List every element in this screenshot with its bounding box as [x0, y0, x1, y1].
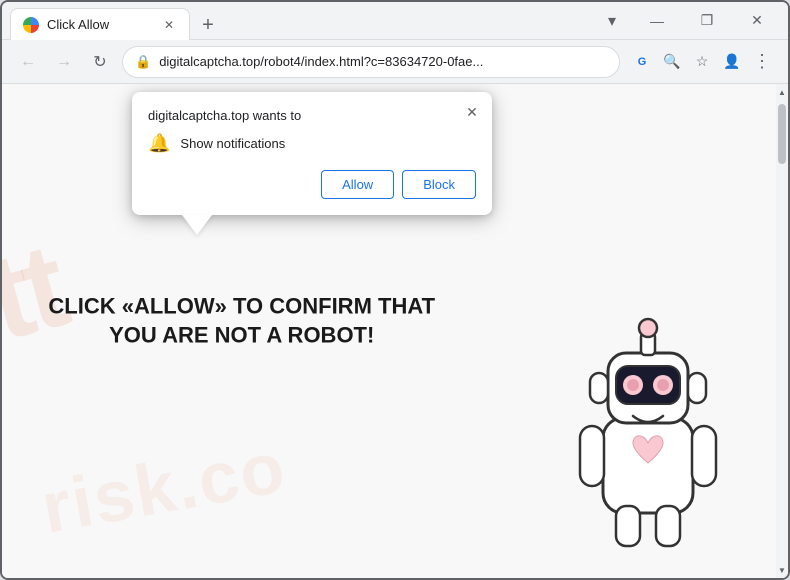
bookmark-button[interactable]: ☆ [688, 48, 716, 76]
browser-window: Click Allow ✕ + ▾ — ❐ ✕ ← → ↻ 🔒 digitalc… [0, 0, 790, 580]
block-button[interactable]: Block [402, 170, 476, 199]
scroll-down-button[interactable]: ▼ [776, 562, 788, 578]
url-bar[interactable]: 🔒 digitalcaptcha.top/robot4/index.html?c… [122, 46, 620, 78]
scroll-up-button[interactable]: ▲ [776, 84, 788, 100]
refresh-button[interactable]: ↻ [86, 48, 114, 76]
address-bar: ← → ↻ 🔒 digitalcaptcha.top/robot4/index.… [2, 40, 788, 84]
allow-button[interactable]: Allow [321, 170, 394, 199]
url-actions: G 🔍 ☆ 👤 ⋮ [628, 48, 776, 76]
back-button[interactable]: ← [14, 48, 42, 76]
title-bar: Click Allow ✕ + ▾ — ❐ ✕ [2, 2, 788, 40]
notification-popup: ✕ digitalcaptcha.top wants to 🔔 Show not… [132, 92, 492, 215]
profile-button[interactable]: 👤 [718, 48, 746, 76]
close-button[interactable]: ✕ [734, 5, 780, 37]
translate-button[interactable]: G [628, 48, 656, 76]
window-controls: — ❐ ✕ [634, 5, 780, 37]
browser-tab[interactable]: Click Allow ✕ [10, 8, 190, 40]
forward-button[interactable]: → [50, 48, 78, 76]
captcha-instruction-text: CLICK «ALLOW» TO CONFIRM THAT YOU ARE NO… [26, 293, 458, 350]
popup-buttons: Allow Block [148, 170, 476, 199]
watermark-text-2: risk.co [36, 426, 293, 549]
chrome-menu-icon[interactable]: ▾ [598, 7, 626, 35]
bell-icon: 🔔 [148, 133, 170, 154]
new-tab-button[interactable]: + [194, 11, 222, 39]
popup-close-button[interactable]: ✕ [460, 100, 484, 124]
tab-title: Click Allow [47, 17, 153, 32]
permission-label: Show notifications [180, 136, 285, 151]
robot-illustration [548, 298, 768, 578]
scrollbar[interactable]: ▲ ▼ [776, 84, 788, 578]
tab-area: Click Allow ✕ + [10, 2, 586, 39]
popup-permission-row: 🔔 Show notifications [148, 133, 476, 154]
page-main-text: CLICK «ALLOW» TO CONFIRM THAT YOU ARE NO… [26, 293, 458, 350]
search-button[interactable]: 🔍 [658, 48, 686, 76]
popup-title: digitalcaptcha.top wants to [148, 108, 476, 123]
lock-icon: 🔒 [135, 54, 151, 70]
browser-menu-button[interactable]: ⋮ [748, 48, 776, 76]
tab-favicon-icon [23, 17, 39, 33]
tab-close-button[interactable]: ✕ [161, 17, 177, 33]
scroll-thumb[interactable] [778, 104, 786, 164]
page-content: ptt risk.co CLICK «ALLOW» TO CONFIRM THA… [2, 84, 788, 578]
url-text: digitalcaptcha.top/robot4/index.html?c=8… [159, 54, 607, 69]
speech-bubble-tail [182, 215, 212, 235]
minimize-button[interactable]: — [634, 5, 680, 37]
maximize-button[interactable]: ❐ [684, 5, 730, 37]
